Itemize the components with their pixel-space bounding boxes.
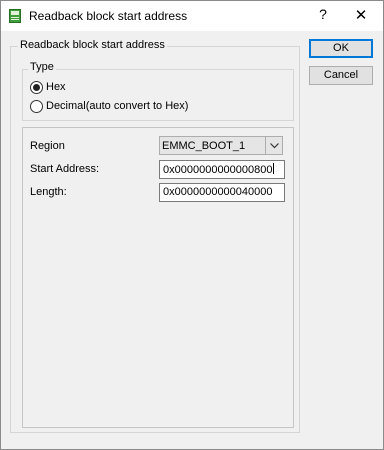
cancel-button[interactable]: Cancel — [309, 66, 373, 85]
help-button[interactable]: ? — [311, 6, 335, 26]
app-icon — [9, 9, 21, 23]
start-address-value: 0x0000000000000800 — [163, 164, 273, 176]
title-bar[interactable]: Readback block start address ? ✕ — [1, 1, 383, 31]
dialog-window: Readback block start address ? ✕ Readbac… — [0, 0, 384, 450]
hex-radio-label[interactable]: Hex — [46, 81, 66, 93]
region-label: Region — [30, 140, 65, 152]
radio-selected-dot — [33, 84, 40, 91]
type-group-label: Type — [28, 61, 56, 73]
start-address-label: Start Address: — [30, 163, 100, 175]
length-input[interactable]: 0x0000000000040000 — [159, 183, 285, 202]
address-group-label: Readback block start address — [18, 39, 167, 51]
region-select[interactable]: EMMC_BOOT_1 — [159, 136, 283, 155]
ok-button[interactable]: OK — [309, 39, 373, 58]
decimal-radio[interactable] — [30, 100, 43, 113]
hex-radio[interactable] — [30, 81, 43, 94]
chevron-down-icon[interactable] — [265, 137, 282, 154]
close-button[interactable]: ✕ — [347, 6, 375, 26]
start-address-input[interactable]: 0x0000000000000800 — [159, 160, 285, 179]
window-title: Readback block start address — [29, 9, 188, 23]
type-group-box — [22, 69, 294, 121]
length-label: Length: — [30, 186, 67, 198]
decimal-radio-label[interactable]: Decimal(auto convert to Hex) — [46, 100, 188, 112]
length-value: 0x0000000000040000 — [163, 186, 273, 198]
text-caret — [272, 163, 274, 174]
region-value: EMMC_BOOT_1 — [162, 140, 246, 152]
